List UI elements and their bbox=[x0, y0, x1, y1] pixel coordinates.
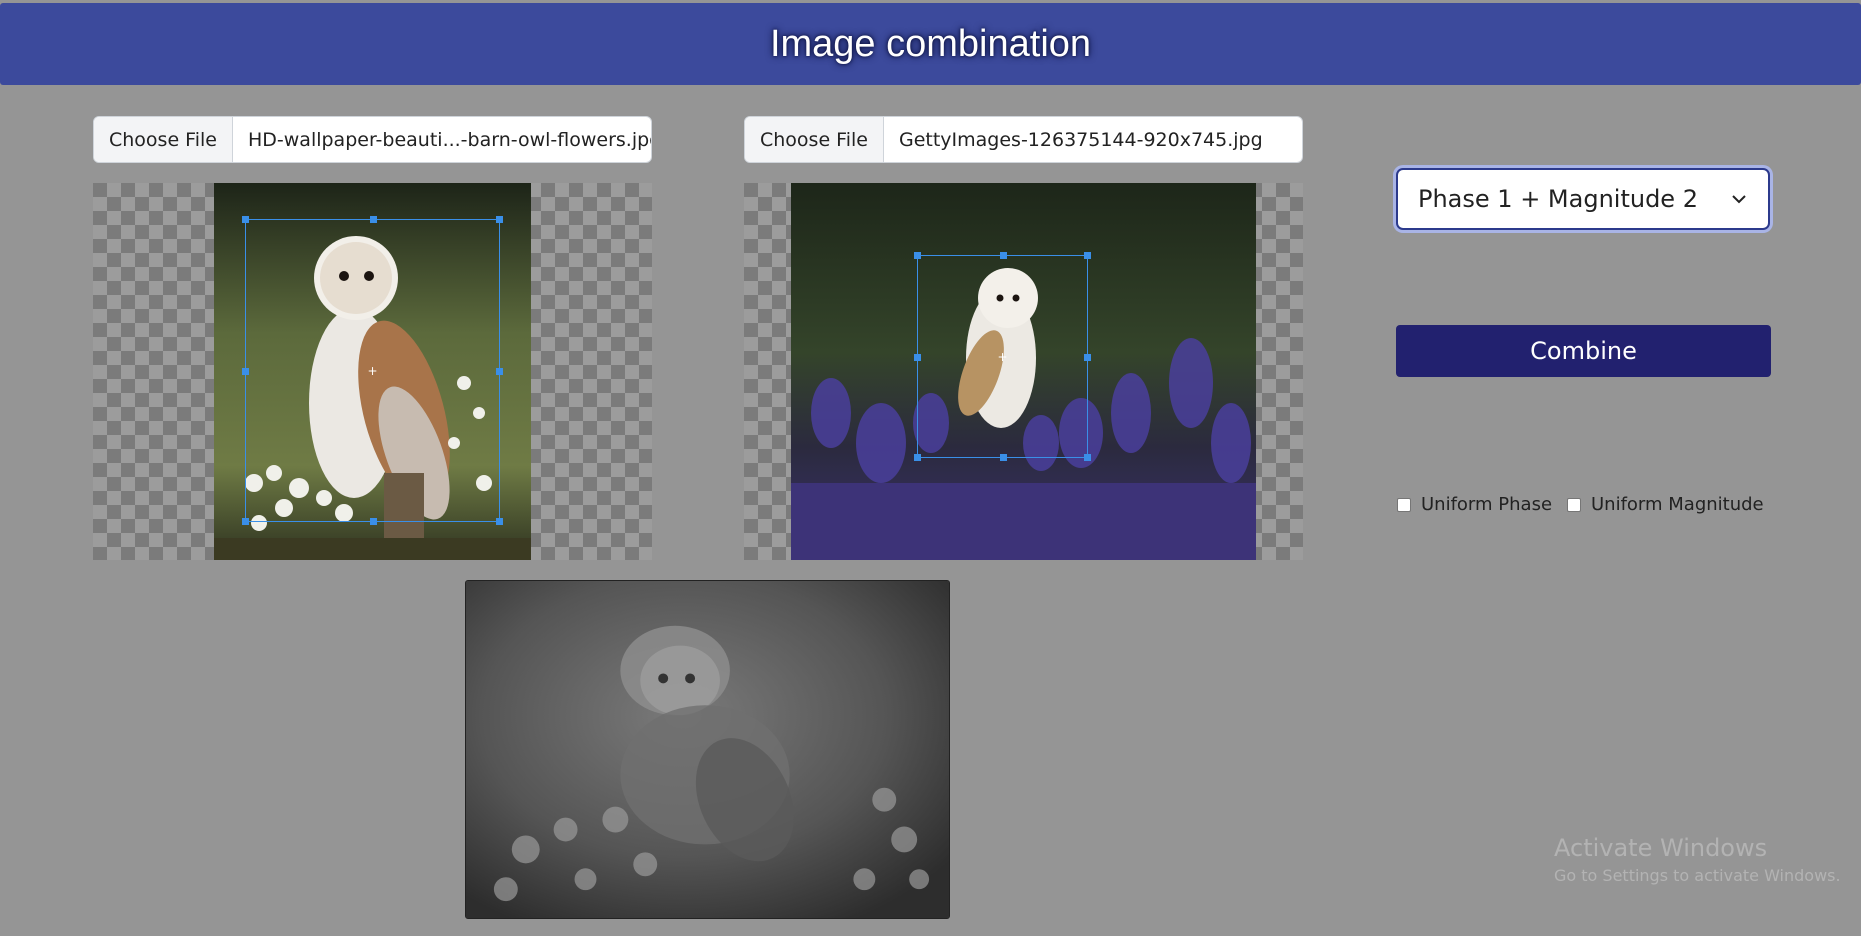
chevron-down-icon bbox=[1732, 195, 1746, 204]
crop-handle-top[interactable] bbox=[999, 252, 1007, 259]
crop-center-icon: + bbox=[367, 363, 378, 378]
image2-canvas[interactable]: + bbox=[744, 183, 1303, 560]
watermark-title: Activate Windows bbox=[1554, 834, 1768, 862]
crop-handle-top-left[interactable] bbox=[914, 252, 921, 259]
image1-choose-file-button[interactable]: Choose File bbox=[94, 117, 233, 162]
crop-handle-bottom-right[interactable] bbox=[496, 518, 503, 525]
crop-handle-left[interactable] bbox=[914, 353, 921, 361]
image1-file-input[interactable]: Choose File HD-wallpaper-beauti...-barn-… bbox=[93, 116, 652, 163]
combine-button[interactable]: Combine bbox=[1396, 325, 1771, 377]
crop-handle-right[interactable] bbox=[1084, 353, 1091, 361]
image2-crop-selection[interactable]: + bbox=[914, 252, 1091, 461]
crop-handle-top[interactable] bbox=[369, 216, 377, 223]
uniform-magnitude-label: Uniform Magnitude bbox=[1591, 494, 1764, 515]
uniform-phase-label: Uniform Phase bbox=[1421, 494, 1553, 515]
crop-handle-top-left[interactable] bbox=[242, 216, 249, 223]
watermark-subtitle: Go to Settings to activate Windows. bbox=[1554, 866, 1841, 885]
crop-handle-bottom[interactable] bbox=[369, 518, 377, 525]
image2-file-input[interactable]: Choose File GettyImages-126375144-920x74… bbox=[744, 116, 1303, 163]
crop-handle-left[interactable] bbox=[242, 367, 249, 375]
page-title: Image combination bbox=[769, 22, 1092, 65]
crop-center-icon: + bbox=[997, 349, 1008, 364]
app-header: Image combination bbox=[0, 3, 1861, 85]
image1-canvas[interactable]: + bbox=[93, 183, 652, 560]
crop-handle-top-right[interactable] bbox=[496, 216, 503, 223]
uniform-phase-option[interactable]: Uniform Phase bbox=[1397, 494, 1552, 515]
uniform-phase-checkbox[interactable] bbox=[1397, 497, 1411, 512]
crop-handle-bottom[interactable] bbox=[999, 454, 1007, 461]
image1-crop-selection[interactable]: + bbox=[242, 216, 503, 525]
combined-output-image bbox=[465, 580, 950, 919]
combination-mode-value: Phase 1 + Magnitude 2 bbox=[1418, 185, 1698, 213]
crop-handle-bottom-left[interactable] bbox=[242, 518, 249, 525]
crop-handle-bottom-right[interactable] bbox=[1084, 454, 1091, 461]
uniform-magnitude-option[interactable]: Uniform Magnitude bbox=[1567, 494, 1764, 515]
crop-handle-top-right[interactable] bbox=[1084, 252, 1091, 259]
activate-windows-watermark: Activate Windows Go to Settings to activ… bbox=[1554, 834, 1841, 885]
uniform-magnitude-checkbox[interactable] bbox=[1567, 497, 1581, 512]
image1-file-name: HD-wallpaper-beauti...-barn-owl-flowers.… bbox=[247, 128, 651, 151]
image2-file-name: GettyImages-126375144-920x745.jpg bbox=[898, 128, 1263, 151]
crop-handle-bottom-left[interactable] bbox=[914, 454, 921, 461]
crop-handle-right[interactable] bbox=[496, 367, 503, 375]
image2-choose-file-button[interactable]: Choose File bbox=[745, 117, 884, 162]
combination-mode-select[interactable]: Phase 1 + Magnitude 2 bbox=[1396, 168, 1770, 230]
